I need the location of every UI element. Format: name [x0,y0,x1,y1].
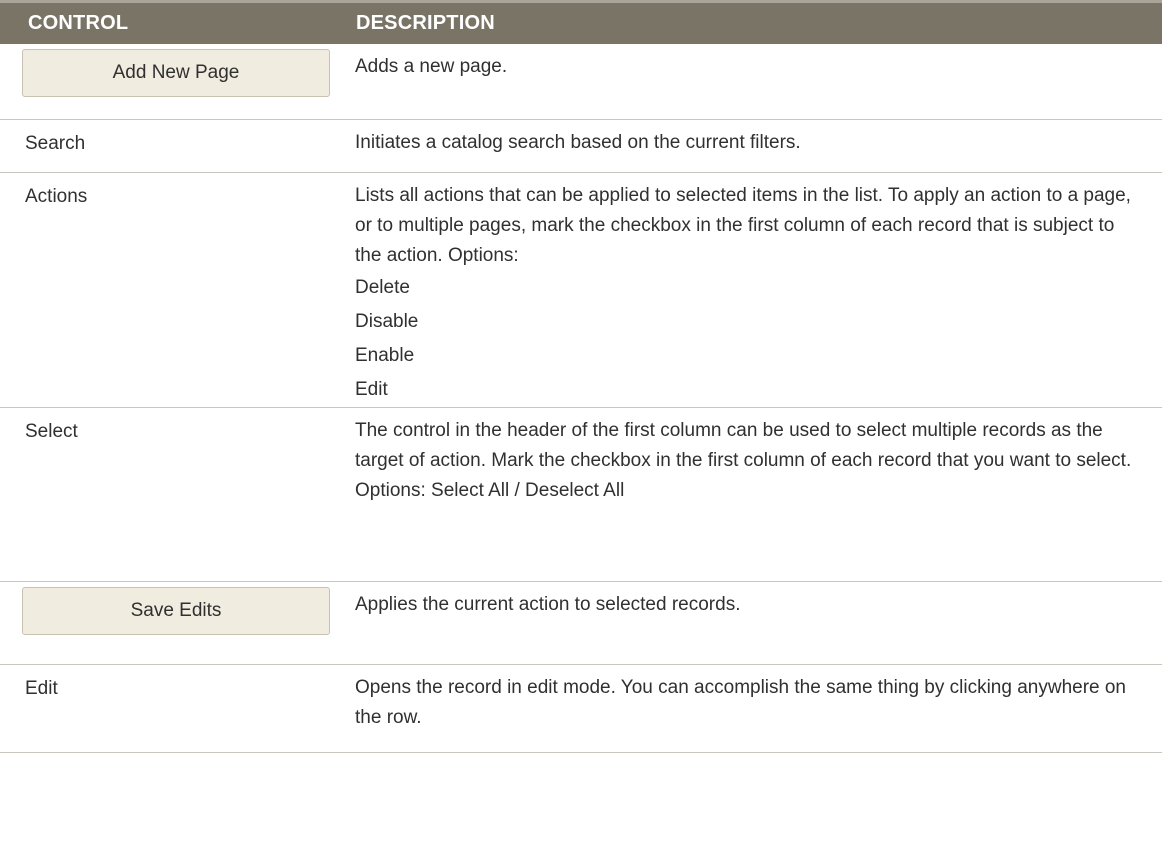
option-disable: Disable [355,310,419,332]
control-cell: Edit [0,664,330,753]
table-row: Actions Lists all actions that can be ap… [0,172,1162,408]
description-cell: Adds a new page. [330,44,1162,120]
control-cell: Select [0,407,330,582]
column-header-control: CONTROL [0,0,330,44]
option-enable: Enable [355,344,415,366]
description-cell: Lists all actions that can be applied to… [330,172,1162,408]
option-edit: Edit [355,378,388,400]
add-new-page-button[interactable]: Add New Page [22,49,330,97]
description-cell: The control in the header of the first c… [330,407,1162,582]
save-edits-button[interactable]: Save Edits [22,586,330,635]
description-text: The control in the header of the first c… [355,419,1132,501]
description-cell: Opens the record in edit mode. You can a… [330,664,1162,753]
controls-table: CONTROL DESCRIPTION Add New Page Adds a … [0,0,1162,753]
control-cell: Actions [0,172,330,408]
column-header-description: DESCRIPTION [330,0,1162,44]
table-row: Edit Opens the record in edit mode. You … [0,664,1162,753]
table-row: Select The control in the header of the … [0,407,1162,582]
table-row: Save Edits Applies the current action to… [0,581,1162,665]
description-text: Opens the record in edit mode. You can a… [355,676,1127,728]
control-cell: Save Edits [0,581,330,665]
description-text: Initiates a catalog search based on the … [355,131,801,153]
table-row: Search Initiates a catalog search based … [0,119,1162,173]
table-header-row: CONTROL DESCRIPTION [0,0,1162,44]
description-cell: Initiates a catalog search based on the … [330,119,1162,173]
description-text: Applies the current action to selected r… [355,593,741,615]
description-cell: Applies the current action to selected r… [330,581,1162,665]
options-list: Delete Disable Enable Edit [355,271,1132,407]
control-cell: Search [0,119,330,173]
description-text: Lists all actions that can be applied to… [355,184,1131,266]
control-cell: Add New Page [0,44,330,120]
description-text: Adds a new page. [355,56,508,77]
option-delete: Delete [355,276,410,298]
table-row: Add New Page Adds a new page. [0,44,1162,120]
